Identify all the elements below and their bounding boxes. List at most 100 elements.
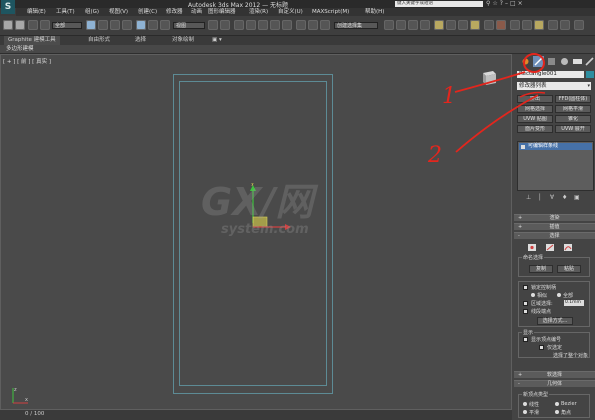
modify-tab-icon[interactable]: [533, 56, 544, 67]
teapot-render-icon[interactable]: [534, 20, 544, 30]
star-icon[interactable]: ☆: [492, 0, 499, 7]
environment-icon[interactable]: [510, 20, 520, 30]
undo-icon[interactable]: [3, 20, 13, 30]
segment-end-checkbox[interactable]: [523, 309, 528, 314]
modifier-button-uvw-map[interactable]: UVW 贴图: [517, 115, 553, 123]
only-selected-checkbox[interactable]: [539, 345, 544, 350]
copy-button[interactable]: 复制: [529, 265, 553, 273]
bezier-radio[interactable]: [555, 402, 559, 406]
viewcube-icon[interactable]: [479, 69, 499, 87]
similar-radio[interactable]: [531, 293, 535, 297]
front-viewport[interactable]: [ + ] [ 前 ] [ 真实 ] y GX/网 system.com z x: [0, 54, 512, 410]
utilities-tab-icon[interactable]: [584, 56, 595, 67]
make-unique-icon[interactable]: ∀: [550, 194, 554, 201]
show-vertex-numbers-checkbox[interactable]: [523, 337, 528, 342]
material-editor-icon[interactable]: [434, 20, 444, 30]
layer-manager-icon[interactable]: [384, 20, 394, 30]
menu-item[interactable]: 渲染(R): [249, 8, 268, 16]
render-active-shade-icon[interactable]: [496, 20, 506, 30]
menu-item[interactable]: MAXScript(M): [312, 8, 349, 16]
angle-snap-icon[interactable]: [258, 20, 268, 30]
select-scale-icon[interactable]: [160, 20, 170, 30]
paste-button[interactable]: 粘贴: [557, 265, 581, 273]
viewport-label[interactable]: [ + ] [ 前 ] [ 真实 ]: [3, 57, 51, 65]
tab-object-paint[interactable]: 对象绘制: [172, 36, 194, 45]
toolbar-more-icon[interactable]: [574, 20, 584, 30]
remove-modifier-icon[interactable]: ♦: [562, 194, 567, 201]
selection-filter-dropdown[interactable]: 全部: [52, 22, 82, 29]
coord-system-dropdown[interactable]: 视图: [173, 22, 205, 29]
pin-stack-icon[interactable]: ⊥: [526, 194, 531, 201]
all-radio[interactable]: [557, 293, 561, 297]
graphite-toggle-icon[interactable]: [396, 20, 406, 30]
percent-snap-icon[interactable]: [270, 20, 280, 30]
render-iterative-icon[interactable]: [484, 20, 494, 30]
redo-icon[interactable]: [15, 20, 25, 30]
menu-item[interactable]: 自定义(U): [278, 8, 303, 16]
viewport-config-icon[interactable]: [548, 20, 558, 30]
menu-item[interactable]: 帮助(H): [365, 8, 384, 16]
menu-item[interactable]: 组(G): [85, 8, 99, 16]
modifier-stack[interactable]: 可编辑样条线: [517, 141, 594, 191]
modifier-button-meshsmooth[interactable]: 网格平滑: [555, 105, 591, 113]
menu-item[interactable]: 工具(T): [56, 8, 75, 16]
display-tab-icon[interactable]: [572, 56, 583, 67]
render-setup-icon[interactable]: [446, 20, 456, 30]
object-name-field[interactable]: Rectangle001: [517, 71, 584, 78]
spline-level-icon[interactable]: [564, 244, 572, 251]
select-by-name-icon[interactable]: [98, 20, 108, 30]
rendered-frame-icon[interactable]: [458, 20, 468, 30]
smooth-radio[interactable]: [523, 410, 527, 414]
select-object-icon[interactable]: [86, 20, 96, 30]
effects-icon[interactable]: [522, 20, 532, 30]
named-selection-dropdown[interactable]: 创建选择集: [334, 22, 378, 29]
create-tab-icon[interactable]: [520, 56, 531, 67]
area-select-checkbox[interactable]: [523, 301, 528, 306]
select-by-button[interactable]: 选择方式...: [537, 317, 573, 325]
show-end-result-icon[interactable]: │: [538, 194, 542, 201]
select-move-icon[interactable]: [136, 20, 146, 30]
maximize-icon[interactable]: □: [510, 0, 518, 7]
menu-item[interactable]: 修改器: [166, 8, 183, 16]
extras-icon[interactable]: [560, 20, 570, 30]
mirror-icon[interactable]: [308, 20, 318, 30]
unlink-icon[interactable]: [40, 20, 50, 30]
time-slider-bar[interactable]: 0 / 100: [0, 410, 512, 420]
hierarchy-tab-icon[interactable]: [546, 56, 557, 67]
rollout-interpolation[interactable]: + 插值: [514, 223, 595, 230]
motion-tab-icon[interactable]: [559, 56, 570, 67]
rect-selection-icon[interactable]: [110, 20, 120, 30]
menu-item[interactable]: 视图(V): [109, 8, 128, 16]
corner-radio[interactable]: [555, 410, 559, 414]
align-icon[interactable]: [320, 20, 330, 30]
modifier-button-extrude[interactable]: 挤出: [517, 95, 553, 103]
menu-item[interactable]: 动画: [191, 8, 202, 16]
edit-named-selection-icon[interactable]: [296, 20, 306, 30]
modifier-button-ffd-cyl[interactable]: FFD(圆柱体): [555, 95, 591, 103]
ribbon-polygon-modeling[interactable]: 多边形建模: [6, 45, 34, 54]
pivot-center-icon[interactable]: [208, 20, 218, 30]
tab-graphite[interactable]: Graphite 建模工具: [4, 36, 60, 45]
tab-freeform[interactable]: 自由形式: [88, 36, 110, 45]
app-logo[interactable]: S: [1, 0, 15, 14]
render-production-icon[interactable]: [470, 20, 480, 30]
close-icon[interactable]: ×: [518, 0, 525, 7]
vertex-level-icon[interactable]: [528, 244, 536, 251]
rollout-geometry[interactable]: - 几何体: [514, 380, 595, 387]
rollout-selection[interactable]: - 选择: [514, 232, 595, 239]
configure-sets-icon[interactable]: ▣: [574, 194, 580, 201]
menu-item[interactable]: 图形编辑器: [208, 8, 236, 16]
select-rotate-icon[interactable]: [148, 20, 158, 30]
tab-selection[interactable]: 选择: [135, 36, 146, 45]
stack-item-editable-spline[interactable]: 可编辑样条线: [519, 143, 592, 150]
select-link-icon[interactable]: [28, 20, 38, 30]
rollout-soft-selection[interactable]: + 软选择: [514, 371, 595, 378]
object-color-swatch[interactable]: [586, 71, 594, 78]
keyboard-shortcut-icon[interactable]: [234, 20, 244, 30]
select-manipulate-icon[interactable]: [220, 20, 230, 30]
modifier-button-unwrap-uvw[interactable]: UVW 展开: [555, 125, 591, 133]
schematic-view-icon[interactable]: [420, 20, 430, 30]
help-search-input[interactable]: 键入关键字或短语: [395, 1, 483, 7]
lock-handles-checkbox[interactable]: [523, 285, 528, 290]
modifier-button-patch-deform[interactable]: 面片变形: [517, 125, 553, 133]
